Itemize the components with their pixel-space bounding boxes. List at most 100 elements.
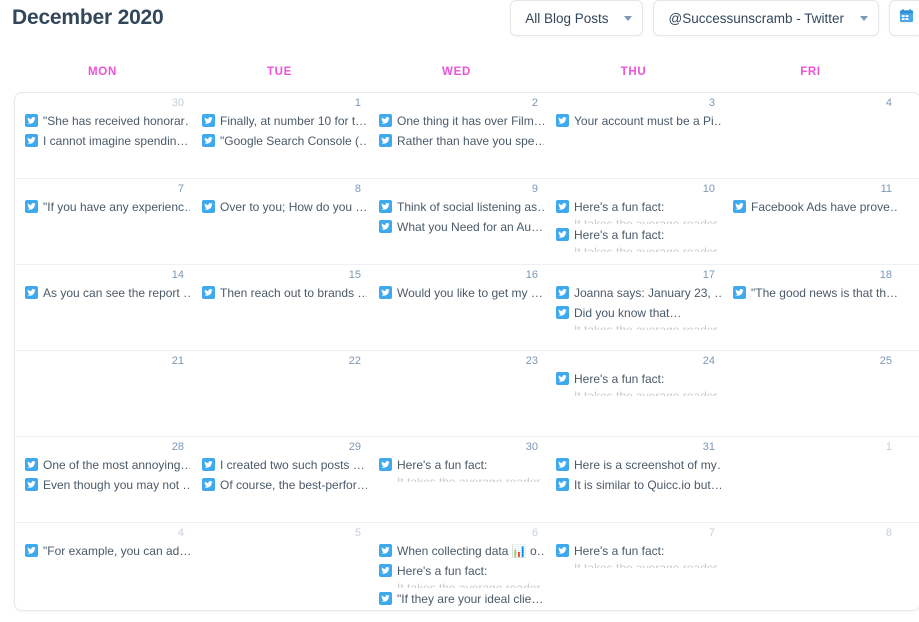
calendar-event-title: What you Need for an Au… xyxy=(397,220,544,234)
calendar-event[interactable]: Here's a fun fact: It takes the average r… xyxy=(556,198,721,226)
calendar-event[interactable]: "She has received honorar… xyxy=(25,112,190,132)
day-number: 8 xyxy=(885,527,892,539)
day-events xyxy=(25,370,190,436)
calendar-event[interactable]: When collecting data 📊 o… xyxy=(379,542,544,562)
calendar-day-cell[interactable]: 1 Finally, at number 10 for t… "Google Sea… xyxy=(192,93,369,178)
calendar-event[interactable]: Your account must be a Pi… xyxy=(556,112,721,132)
calendar-event[interactable]: Here's a fun fact: It takes the average r… xyxy=(379,456,544,484)
calendar-day-cell[interactable]: 4 "For example, you can ad… xyxy=(15,523,192,610)
calendar-day-cell[interactable]: 25 xyxy=(723,351,900,436)
calendar-event[interactable]: I created two such posts … xyxy=(202,456,367,476)
calendar-event[interactable]: Here's a fun fact: It takes the average r… xyxy=(556,542,721,570)
twitter-icon xyxy=(25,286,38,299)
account-filter-dropdown[interactable]: @Successunscramb - Twitter xyxy=(653,0,879,36)
calendar-day-cell[interactable]: 10 Here's a fun fact: It takes the average… xyxy=(546,179,723,264)
calendar-event[interactable]: Facebook Ads have prove… xyxy=(733,198,898,218)
calendar-event-title: When collecting data 📊 o… xyxy=(397,544,544,558)
calendar-day-cell[interactable]: 7 Here's a fun fact: It takes the average … xyxy=(546,523,723,610)
day-events xyxy=(202,370,367,436)
calendar-event[interactable]: "The good news is that th… xyxy=(733,284,898,304)
twitter-icon xyxy=(556,458,569,471)
twitter-icon xyxy=(556,478,569,491)
day-events: Facebook Ads have prove… xyxy=(733,198,898,264)
day-events: One thing it has over Film… Rather than h… xyxy=(379,112,544,178)
calendar-day-cell[interactable]: 17 Joanna says: January 23, … Did you know… xyxy=(546,265,723,350)
calendar-event[interactable]: One of the most annoying… xyxy=(25,456,190,476)
calendar-event[interactable]: I cannot imagine spendin… xyxy=(25,132,190,152)
calendar-event-title: One of the most annoying… xyxy=(43,458,190,472)
calendar-day-cell[interactable]: 4 xyxy=(723,93,900,178)
calendar-event-title: Here's a fun fact: xyxy=(574,544,665,558)
twitter-icon xyxy=(379,134,392,147)
day-number: 8 xyxy=(354,183,361,195)
calendar-day-cell[interactable]: 1 xyxy=(723,437,900,522)
calendar-event[interactable]: Of course, the best-perfor… xyxy=(202,476,367,496)
calendar-icon xyxy=(899,8,914,28)
calendar-event[interactable]: "For example, you can ad… xyxy=(25,542,190,562)
twitter-icon xyxy=(379,564,392,577)
calendar-day-cell[interactable]: 14 As you can see the report … xyxy=(15,265,192,350)
calendar-event-title: Then reach out to brands … xyxy=(220,286,367,300)
calendar-event[interactable]: Here's a fun fact: It takes the average r… xyxy=(556,370,721,398)
calendar-event-clipped-line: It takes the average reader 4 minutes to xyxy=(574,323,721,330)
calendar-day-cell[interactable]: 30 "She has received honorar… I cannot ima… xyxy=(15,93,192,178)
toolbar-controls: All Blog Posts @Successunscramb - Twitte… xyxy=(510,0,919,36)
calendar-week-row: 7 "If you have any experienc… 8 Over to you… xyxy=(15,179,919,265)
calendar-event[interactable]: Even though you may not … xyxy=(25,476,190,496)
calendar-day-cell[interactable]: 30 Here's a fun fact: It takes the average… xyxy=(369,437,546,522)
calendar-event[interactable]: It is similar to Quicc.io but… xyxy=(556,476,721,496)
calendar-day-cell[interactable]: 8 Over to you; How do you … xyxy=(192,179,369,264)
blog-posts-filter-dropdown[interactable]: All Blog Posts xyxy=(510,0,644,36)
calendar-event[interactable]: "If you have any experienc… xyxy=(25,198,190,218)
calendar-event[interactable]: Then reach out to brands … xyxy=(202,284,367,304)
calendar-event[interactable]: Would you like to get my … xyxy=(379,284,544,304)
calendar-event[interactable]: Rather than have you spe… xyxy=(379,132,544,152)
calendar-event[interactable]: Did you know that… It takes the average r… xyxy=(556,304,721,332)
calendar-event[interactable]: As you can see the report … xyxy=(25,284,190,304)
calendar-day-cell[interactable]: 23 xyxy=(369,351,546,436)
calendar-day-cell[interactable]: 8 xyxy=(723,523,900,610)
calendar-event[interactable]: "If they are your ideal clie… xyxy=(379,590,544,610)
calendar-day-cell[interactable]: 21 xyxy=(15,351,192,436)
calendar-event[interactable]: Here's a fun fact: It takes the average r… xyxy=(379,562,544,590)
calendar-day-cell[interactable]: 7 "If you have any experienc… xyxy=(15,179,192,264)
calendar-event[interactable]: Finally, at number 10 for t… xyxy=(202,112,367,132)
day-events: Here's a fun fact: It takes the average r… xyxy=(379,456,544,522)
calendar-day-cell[interactable]: 15 Then reach out to brands … xyxy=(192,265,369,350)
calendar-event[interactable]: "Google Search Console (… xyxy=(202,132,367,152)
calendar-event-title: "The good news is that th… xyxy=(751,286,898,300)
calendar-week-row: 4 "For example, you can ad… 5 6 When collect… xyxy=(15,523,919,610)
day-number: 17 xyxy=(702,269,715,281)
calendar-day-cell[interactable]: 11 Facebook Ads have prove… xyxy=(723,179,900,264)
day-number: 16 xyxy=(525,269,538,281)
calendar-day-cell[interactable]: 22 xyxy=(192,351,369,436)
calendar-day-cell[interactable]: 18 "The good news is that th… xyxy=(723,265,900,350)
day-number: 7 xyxy=(708,527,715,539)
calendar-day-cell[interactable]: 24 Here's a fun fact: It takes the average… xyxy=(546,351,723,436)
day-events: Finally, at number 10 for t… "Google Sear… xyxy=(202,112,367,178)
calendar-event-title: "She has received honorar… xyxy=(43,114,190,128)
calendar-event[interactable]: Think of social listening as… xyxy=(379,198,544,218)
calendar-day-cell[interactable]: 29 I created two such posts … Of course, t… xyxy=(192,437,369,522)
calendar-event[interactable]: Over to you; How do you … xyxy=(202,198,367,218)
calendar-day-cell[interactable]: 6 When collecting data 📊 o… Here's a fun f… xyxy=(369,523,546,610)
calendar-event[interactable]: What you Need for an Au… xyxy=(379,218,544,238)
calendar-day-cell[interactable]: 9 Think of social listening as… What you N… xyxy=(369,179,546,264)
calendar-day-cell[interactable]: 2 One thing it has over Film… Rather than … xyxy=(369,93,546,178)
twitter-icon xyxy=(379,592,392,605)
calendar-day-cell[interactable]: 5 xyxy=(192,523,369,610)
calendar-event[interactable]: Joanna says: January 23, … xyxy=(556,284,721,304)
calendar-view-button[interactable] xyxy=(889,0,919,36)
calendar-day-cell[interactable]: 28 One of the most annoying… Even though y… xyxy=(15,437,192,522)
calendar-event[interactable]: Here is a screenshot of my… xyxy=(556,456,721,476)
calendar-day-cell[interactable]: 31 Here is a screenshot of my… It is simil… xyxy=(546,437,723,522)
day-number: 1 xyxy=(885,441,892,453)
calendar-event[interactable]: Here's a fun fact: It takes the average r… xyxy=(556,226,721,254)
day-events: "If you have any experienc… xyxy=(25,198,190,264)
calendar-day-cell[interactable]: 16 Would you like to get my … xyxy=(369,265,546,350)
calendar-event-clipped-line: It takes the average reader 4 minutes to xyxy=(397,475,544,482)
twitter-icon xyxy=(25,114,38,127)
calendar-day-cell[interactable]: 3 Your account must be a Pi… xyxy=(546,93,723,178)
calendar-event[interactable]: One thing it has over Film… xyxy=(379,112,544,132)
twitter-icon xyxy=(556,114,569,127)
